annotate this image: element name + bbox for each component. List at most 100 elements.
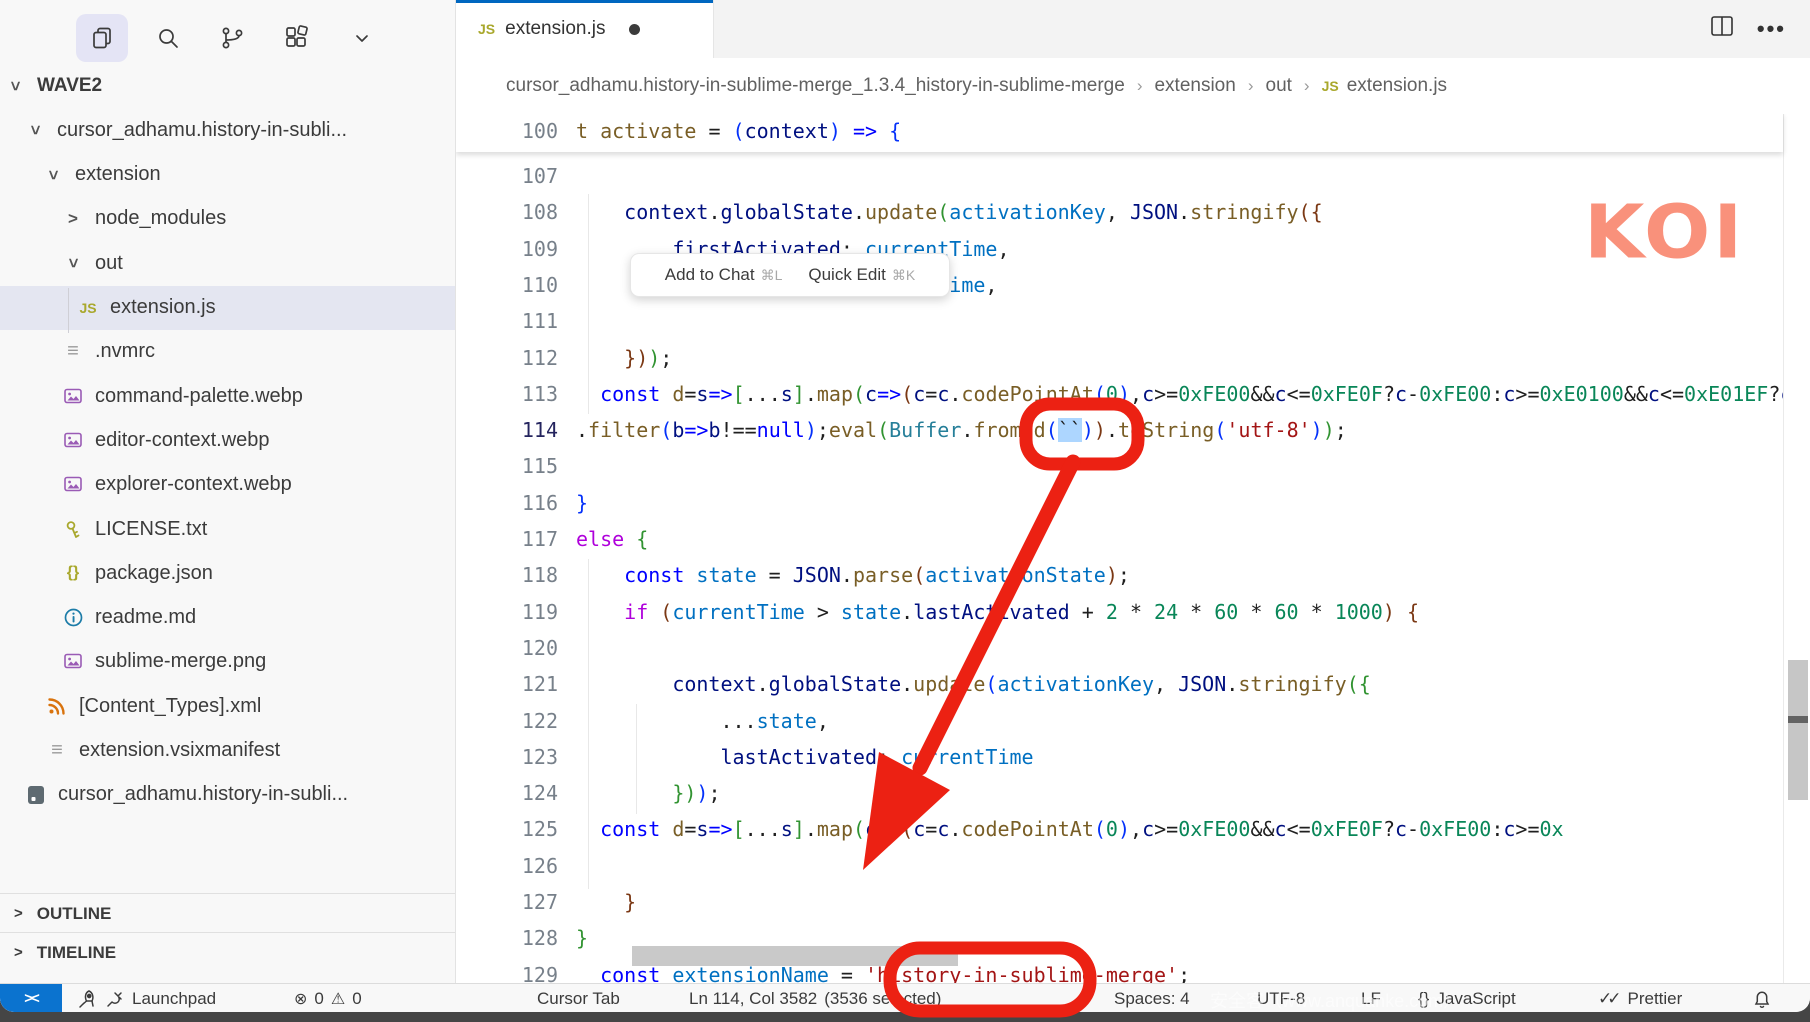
code-line-112[interactable]: 112})); <box>456 340 1783 377</box>
code-line-116[interactable]: 116} <box>456 485 1783 522</box>
code-line-120[interactable]: 120 <box>456 630 1783 667</box>
tree-item--content-types-xml[interactable]: [Content_Types].xml <box>0 684 455 728</box>
code-line-125[interactable]: 125const d=s=>[...s].map(c=>(c=c.codePoi… <box>456 811 1783 848</box>
code-token: codePointAt <box>961 817 1093 841</box>
code-token: . <box>805 817 817 841</box>
notifications-bell-icon[interactable] <box>1752 984 1772 1012</box>
modified-dot-icon[interactable] <box>629 24 640 35</box>
code-editor[interactable]: 107108context.globalState.update(activat… <box>456 114 1810 983</box>
code-line-123[interactable]: 123lastActivated: currentTime <box>456 739 1783 776</box>
source-control-icon[interactable] <box>206 14 258 62</box>
tree-item--nvmrc[interactable]: ≡.nvmrc <box>0 330 455 374</box>
split-editor-icon[interactable] <box>1709 14 1735 43</box>
breadcrumb-item[interactable]: extension <box>1154 75 1235 97</box>
chevron-right-icon: > <box>14 944 23 961</box>
breadcrumb-item[interactable]: extension.js <box>1347 75 1447 97</box>
braces-icon: {} <box>1418 989 1429 1009</box>
search-icon[interactable] <box>142 14 194 62</box>
code-line-117[interactable]: 117else { <box>456 521 1783 558</box>
add-to-chat-button[interactable]: Add to Chat ⌘L <box>665 265 783 285</box>
tree-item-cursor-adhamu-history-in-subli-[interactable]: >cursor_adhamu.history-in-subli... <box>0 108 455 152</box>
add-to-chat-shortcut: ⌘L <box>761 267 783 284</box>
code-token: 60 <box>1274 600 1298 624</box>
code-token: } <box>576 491 588 515</box>
indentation-status[interactable]: Spaces: 4 <box>1114 984 1190 1012</box>
tree-item-label: extension <box>75 163 161 186</box>
tree-item-wave2[interactable]: >WAVE2 <box>0 64 455 108</box>
sticky-code-line-100[interactable]: 100t activate = (context) => { <box>456 114 1783 150</box>
launchpad-label: Launchpad <box>132 989 216 1009</box>
tree-item-sublime-merge-png[interactable]: sublime-merge.png <box>0 640 455 684</box>
cursor-tab-status[interactable]: Cursor Tab <box>537 984 620 1012</box>
extensions-icon[interactable] <box>270 14 322 62</box>
code-token: => <box>684 418 708 442</box>
code-token: update <box>865 200 937 224</box>
chevron-down-icon[interactable] <box>336 14 388 62</box>
quick-edit-button[interactable]: Quick Edit ⌘K <box>808 265 915 285</box>
tree-item-node-modules[interactable]: >node_modules <box>0 197 455 241</box>
code-line-111[interactable]: 111 <box>456 303 1783 340</box>
code-token: d <box>672 817 684 841</box>
breadcrumb-item[interactable]: out <box>1266 75 1292 97</box>
encoding-status[interactable]: UTF-8 <box>1257 984 1305 1012</box>
code-text: } <box>624 884 636 921</box>
tree-item-label: cursor_adhamu.history-in-subli... <box>57 119 347 142</box>
code-line-122[interactable]: 122...state, <box>456 703 1783 740</box>
code-token <box>1395 600 1407 624</box>
eol-status[interactable]: LF <box>1361 984 1381 1012</box>
code-line-113[interactable]: 113const d=s=>[...s].map(c=>(c=c.codePoi… <box>456 376 1783 413</box>
breadcrumb-item[interactable]: cursor_adhamu.history-in-sublime-merge_1… <box>506 75 1125 97</box>
code-token: => <box>841 119 889 143</box>
code-token: const <box>600 817 672 841</box>
timeline-section[interactable]: > TIMELINE <box>0 932 455 972</box>
code-token: state <box>841 600 901 624</box>
tree-item-license-txt[interactable]: LICENSE.txt <box>0 507 455 551</box>
sticky-scroll-line[interactable]: 100t activate = (context) => { <box>456 114 1783 152</box>
code-token: ( <box>1022 418 1034 442</box>
code-line-127[interactable]: 127} <box>456 884 1783 921</box>
remote-indicator[interactable]: >< <box>0 984 62 1012</box>
activity-bar <box>0 6 455 62</box>
chevron-down-icon: > <box>5 81 25 91</box>
code-line-126[interactable]: 126 <box>456 848 1783 885</box>
tree-item-label: cursor_adhamu.history-in-subli... <box>58 783 348 806</box>
cursor-position-status[interactable]: Ln 114, Col 3582 (3536 selected) <box>689 984 941 1012</box>
tree-item-readme-md[interactable]: readme.md <box>0 596 455 640</box>
tree-item-extension[interactable]: >extension <box>0 153 455 197</box>
code-line-121[interactable]: 121context.globalState.update(activation… <box>456 666 1783 703</box>
code-token: ) <box>1082 418 1094 442</box>
tree-item-command-palette-webp[interactable]: command-palette.webp <box>0 374 455 418</box>
code-text: context.globalState.update(activationKey… <box>624 194 1322 231</box>
launchpad-button[interactable]: Launchpad <box>76 984 216 1012</box>
tree-item-package-json[interactable]: {}package.json <box>0 551 455 595</box>
formatter-status[interactable]: ✓✓ Prettier <box>1598 984 1682 1012</box>
breadcrumb-separator-icon: › <box>1248 76 1254 96</box>
line-number: 123 <box>456 739 558 776</box>
code-token: ( <box>985 672 997 696</box>
tab-extension-js[interactable]: JS extension.js <box>456 0 714 58</box>
outline-section[interactable]: > OUTLINE <box>0 893 455 933</box>
problems-indicator[interactable]: ⊗ 0 ⚠ 0 <box>294 984 362 1012</box>
tree-item-extension-vsixmanifest[interactable]: ≡extension.vsixmanifest <box>0 729 455 773</box>
code-token: 0xE0100 <box>1540 382 1624 406</box>
tree-indent-guide <box>68 288 69 333</box>
tree-item-explorer-context-webp[interactable]: explorer-context.webp <box>0 463 455 507</box>
code-line-118[interactable]: 118const state = JSON.parse(activationSt… <box>456 557 1783 594</box>
code-line-115[interactable]: 115 <box>456 448 1783 485</box>
code-token: globalState <box>721 200 853 224</box>
tree-item-out[interactable]: >out <box>0 241 455 285</box>
tab-title: extension.js <box>505 18 605 40</box>
language-status[interactable]: {} JavaScript <box>1418 984 1516 1012</box>
vertical-scrollbar[interactable] <box>1788 660 1808 800</box>
code-line-119[interactable]: 119if (currentTime > state.lastActivated… <box>456 594 1783 631</box>
tree-item-editor-context-webp[interactable]: editor-context.webp <box>0 418 455 462</box>
code-token: JSON <box>793 563 841 587</box>
line-number: 114 <box>456 412 558 449</box>
more-actions-icon[interactable]: ••• <box>1757 16 1786 42</box>
code-line-124[interactable]: 124})); <box>456 775 1783 812</box>
code-token: null <box>757 418 805 442</box>
explorer-files-icon[interactable] <box>76 14 128 62</box>
code-line-114[interactable]: 114.filter(b=>b!==null);eval(Buffer.from… <box>456 412 1783 449</box>
line-number: 120 <box>456 630 558 667</box>
tree-item-cursor-adhamu-history-in-subli-[interactable]: cursor_adhamu.history-in-subli... <box>0 773 455 817</box>
